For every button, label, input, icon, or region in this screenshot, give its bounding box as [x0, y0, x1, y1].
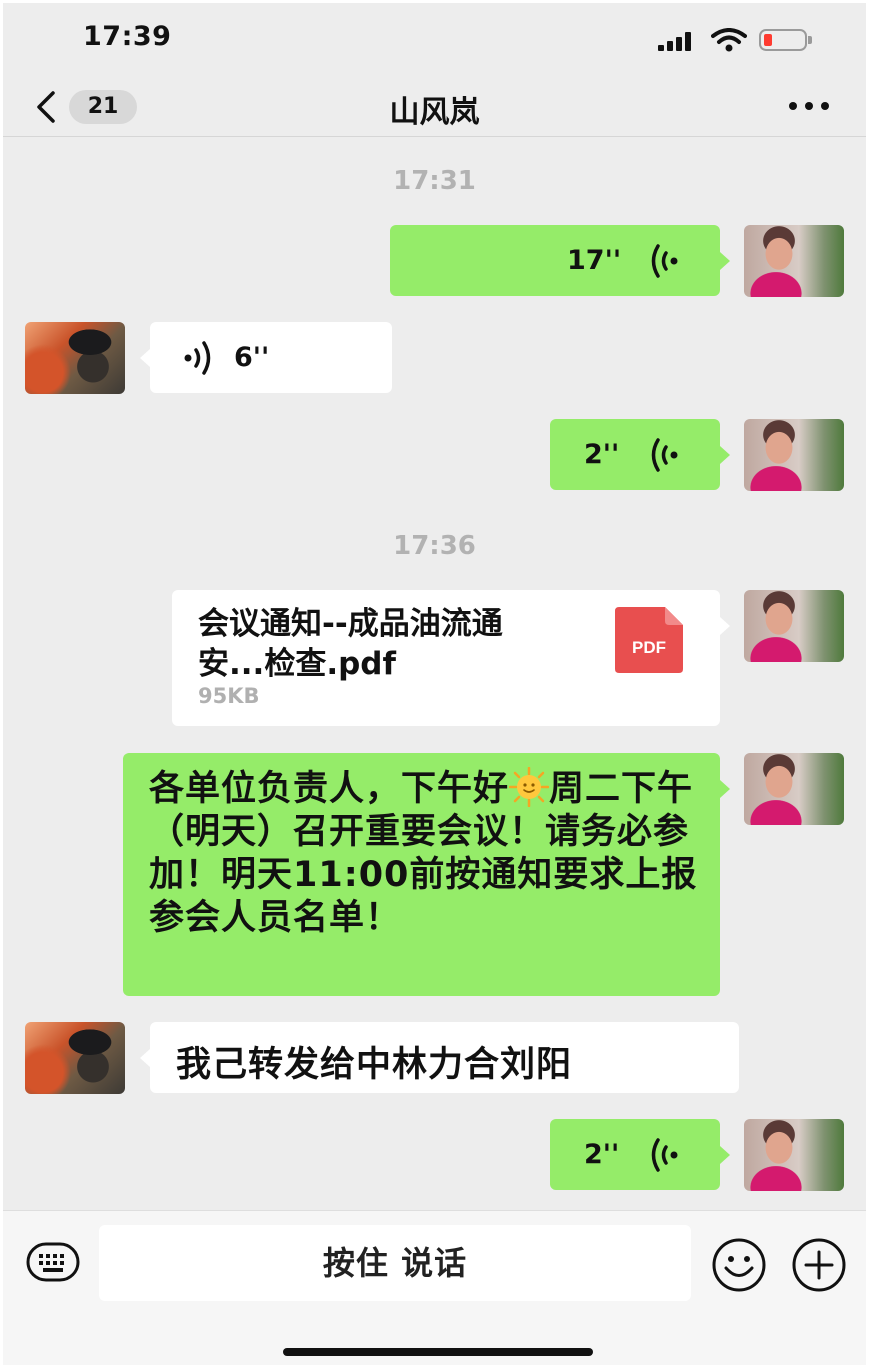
chat-title: 山风岚 — [389, 95, 480, 130]
voice-message-self-2[interactable]: 2'' — [550, 419, 720, 490]
home-indicator — [283, 1348, 593, 1356]
self-avatar[interactable] — [744, 753, 844, 825]
battery-cap — [808, 36, 812, 44]
notice-message-text: 各单位负责人，下午好 周二下午（明天）召开重要会议！请务必参加！明天11:00前… — [149, 767, 709, 940]
status-time: 17:39 — [83, 21, 172, 52]
more-ellipsis-icon[interactable] — [785, 99, 833, 113]
pdf-file-icon: PDF — [615, 607, 683, 673]
nav-divider — [3, 136, 866, 137]
self-avatar[interactable] — [744, 419, 844, 491]
keyboard-icon[interactable] — [25, 1240, 81, 1284]
voice-message-other-1[interactable]: 6'' — [150, 322, 392, 393]
voice-wave-icon — [651, 1138, 678, 1172]
self-avatar[interactable] — [744, 1119, 844, 1191]
voice-wave-icon — [651, 244, 678, 278]
sun-emoji-icon — [509, 767, 550, 807]
pdf-type-label: PDF — [632, 638, 666, 657]
plus-circle-icon[interactable] — [791, 1237, 847, 1293]
text-message-self-notice[interactable]: 各单位负责人，下午好 周二下午（明天）召开重要会议！请务必参加！明天11:00前… — [123, 753, 720, 996]
voice-duration: 2'' — [584, 1139, 620, 1170]
voice-wave-icon — [651, 438, 678, 472]
bubble-tail — [720, 446, 730, 464]
bubble-tail — [720, 617, 730, 635]
chat-screen: 17:39 21 山风岚 17:31 17'' 6'' 2'' 17:36 会议… — [3, 3, 866, 1365]
signal-icon — [658, 31, 698, 51]
voice-message-self-3[interactable]: 2'' — [550, 1119, 720, 1190]
self-avatar[interactable] — [744, 590, 844, 662]
battery-icon — [759, 29, 807, 51]
voice-wave-icon — [184, 341, 211, 375]
hold-to-talk-button[interactable]: 按住 说话 — [99, 1225, 691, 1301]
bubble-tail — [140, 1049, 150, 1067]
contact-avatar[interactable] — [25, 322, 125, 394]
voice-duration: 6'' — [234, 342, 270, 373]
voice-duration: 2'' — [584, 439, 620, 470]
voice-duration: 17'' — [567, 245, 622, 276]
reply-message-text: 我己转发给中林力合刘阳 — [176, 1045, 573, 1085]
bubble-tail — [720, 252, 730, 270]
self-avatar[interactable] — [744, 225, 844, 297]
bubble-tail — [140, 349, 150, 367]
timestamp-1: 17:31 — [393, 166, 476, 196]
file-size: 95KB — [198, 684, 260, 708]
file-message-card[interactable]: 会议通知--成品油流通安...检查.pdf 95KB PDF — [172, 590, 720, 726]
timestamp-2: 17:36 — [393, 531, 476, 561]
voice-message-self-1[interactable]: 17'' — [390, 225, 720, 296]
emoji-smiley-icon[interactable] — [711, 1237, 767, 1293]
text-message-other-reply[interactable]: 我己转发给中林力合刘阳 — [150, 1022, 739, 1093]
wifi-icon — [711, 28, 747, 52]
notice-text-before-emoji: 各单位负责人，下午好 — [149, 769, 510, 809]
bubble-tail — [720, 1146, 730, 1164]
file-name: 会议通知--成品油流通安...检查.pdf — [198, 606, 503, 682]
contact-avatar[interactable] — [25, 1022, 125, 1094]
bubble-tail — [720, 780, 730, 798]
